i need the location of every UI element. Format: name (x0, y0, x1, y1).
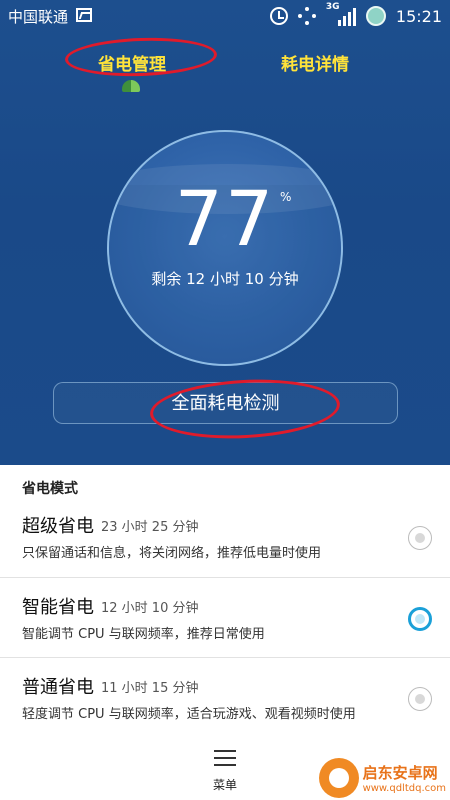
mode-item-super[interactable]: 超级省电 23 小时 25 分钟 只保留通话和信息，将关闭网络，推荐低电量时使用 (0, 498, 450, 578)
percent-unit: % (280, 190, 292, 204)
sync-icon (297, 7, 316, 25)
tab-power-manage[interactable]: 省电管理 (98, 50, 166, 75)
mode-item-smart[interactable]: 智能省电 12 小时 10 分钟 智能调节 CPU 与联网频率，推荐日常使用 (0, 579, 450, 659)
mode-duration: 23 小时 25 分钟 (101, 520, 199, 535)
remaining-time: 剩余 12 小时 10 分钟 (151, 270, 299, 288)
divider (0, 657, 450, 658)
carrier-label: 中国联通 (8, 8, 69, 26)
mode-description: 轻度调节 CPU 与联网频率，适合玩游戏、观看视频时使用 (22, 707, 356, 722)
divider (0, 577, 450, 578)
power-mode-section-title: 省电模式 (22, 481, 78, 497)
mode-name: 普通省电 (22, 677, 94, 698)
mode-name: 超级省电 (22, 516, 94, 537)
menu-icon (214, 750, 236, 771)
mode-description: 只保留通话和信息，将关闭网络，推荐低电量时使用 (22, 546, 322, 561)
mode-duration: 11 小时 15 分钟 (101, 681, 199, 696)
mode-description: 智能调节 CPU 与联网频率，推荐日常使用 (22, 627, 265, 642)
battery-gauge: 77 % 剩余 12 小时 10 分钟 (107, 130, 343, 366)
menu-label: 菜单 (212, 778, 237, 792)
power-header: 中国联通 3G 15:21 省电管理 耗电详情 77 % 剩余 12 小时 10… (0, 0, 450, 465)
watermark-url: www.qdltdq.com (362, 783, 446, 794)
tab-power-detail[interactable]: 耗电详情 (281, 50, 349, 75)
signal-icon: 3G (326, 2, 356, 26)
battery-icon (365, 6, 386, 26)
mode-radio-selected[interactable] (408, 607, 432, 631)
menu-button[interactable]: 菜单 (205, 748, 245, 796)
mode-name: 智能省电 (22, 597, 94, 618)
mode-item-normal[interactable]: 普通省电 11 小时 15 分钟 轻度调节 CPU 与联网频率，适合玩游戏、观看… (0, 659, 450, 739)
clock: 15:21 (395, 6, 442, 26)
status-bar: 中国联通 3G 15:21 (0, 0, 450, 32)
watermark-logo-icon (318, 758, 359, 798)
image-notification-icon (76, 8, 92, 22)
mode-radio[interactable] (408, 526, 432, 550)
watermark: 启东安卓网 www.qdltdq.com (318, 758, 446, 798)
mode-duration: 12 小时 10 分钟 (101, 601, 199, 616)
mode-radio[interactable] (408, 687, 432, 711)
battery-percent: 77 (174, 174, 276, 263)
tab-leaf-indicator (122, 80, 140, 92)
alarm-icon (269, 7, 288, 25)
watermark-title: 启东安卓网 (362, 764, 438, 782)
